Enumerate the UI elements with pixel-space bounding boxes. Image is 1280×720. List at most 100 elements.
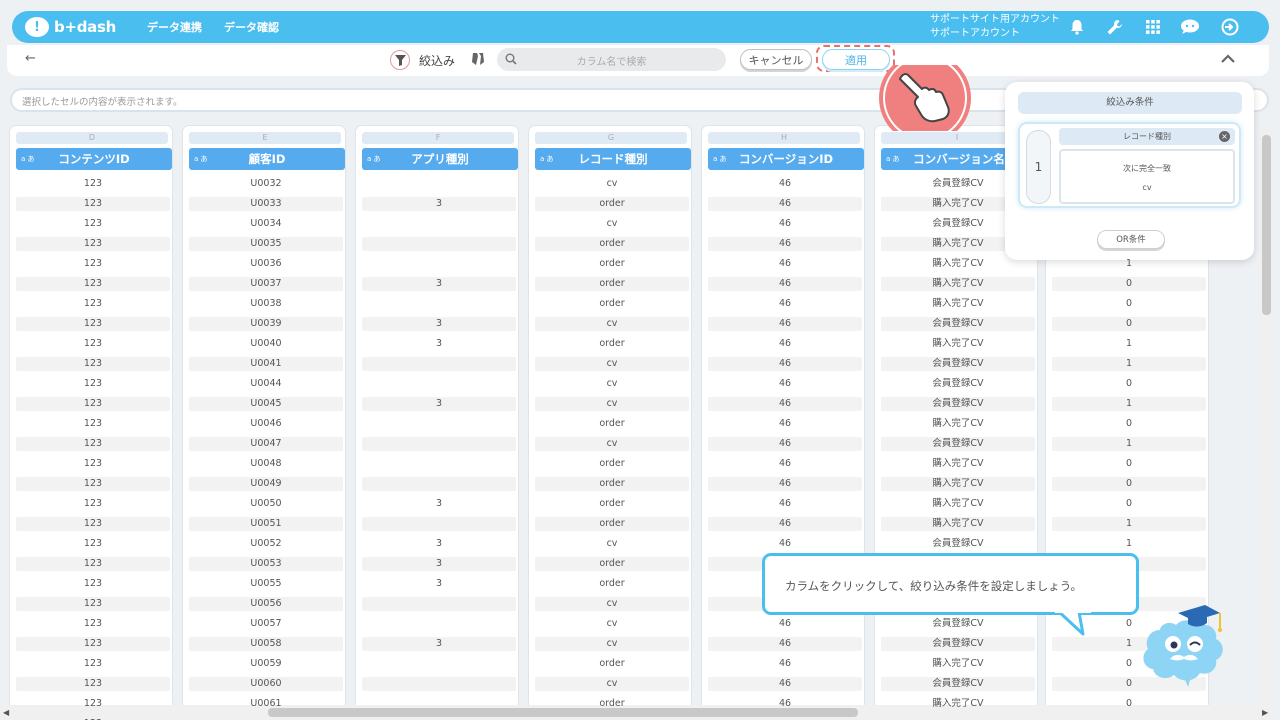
cancel-button[interactable]: キャンセル [740,49,812,70]
table-cell[interactable]: 46 [708,674,862,694]
table-cell[interactable]: 1 [1052,354,1206,374]
table-cell[interactable]: order [535,574,689,594]
table-cell[interactable]: 0 [1052,454,1206,474]
nav-data-link[interactable]: データ連携 [147,19,202,35]
grid-icon[interactable] [1143,17,1163,37]
vertical-scroll-thumb[interactable] [1262,135,1271,315]
logo[interactable]: ! b+dash [25,17,125,37]
vertical-scrollbar[interactable] [1260,125,1273,710]
column-header[interactable]: a あ 顧客ID [189,148,345,170]
table-cell[interactable]: 123 [16,594,170,614]
table-cell[interactable]: 123 [16,254,170,274]
column-header[interactable]: a あ コンバージョンID [708,148,864,170]
table-cell[interactable]: 123 [16,294,170,314]
table-cell[interactable]: U0033 [189,194,343,214]
table-cell[interactable] [362,354,516,374]
table-cell[interactable]: 123 [16,274,170,294]
table-cell[interactable]: 123 [16,434,170,454]
table-cell[interactable]: cv [535,434,689,454]
table-cell[interactable]: 46 [708,374,862,394]
table-cell[interactable]: U0036 [189,254,343,274]
table-cell[interactable]: U0058 [189,634,343,654]
table-cell[interactable]: cv [535,174,689,194]
table-cell[interactable]: 123 [16,634,170,654]
table-cell[interactable]: 46 [708,214,862,234]
table-cell[interactable] [362,174,516,194]
filter-funnel-icon[interactable] [390,50,410,70]
table-cell[interactable]: U0032 [189,174,343,194]
table-cell[interactable] [362,294,516,314]
table-cell[interactable]: 3 [362,574,516,594]
table-cell[interactable]: 購入完了CV [881,654,1035,674]
remove-condition-icon[interactable]: × [1219,131,1230,142]
filter-condition-card[interactable]: 1 レコード種別 × 次に完全一致 cv [1018,122,1241,208]
table-cell[interactable] [362,614,516,634]
wrench-icon[interactable] [1104,17,1124,37]
table-cell[interactable] [362,674,516,694]
column-4[interactable]: Ha あコンバージョンID 46 46 46 46 46 46 46 46 46 46 46 46 46 4… [701,125,865,720]
table-cell[interactable]: 123 [16,674,170,694]
back-arrow-icon[interactable]: ← [25,51,36,66]
table-cell[interactable]: 123 [16,234,170,254]
table-cell[interactable]: cv [535,314,689,334]
table-cell[interactable]: U0044 [189,374,343,394]
column-header[interactable]: a あ コンテンツID [16,148,172,170]
logout-icon[interactable] [1220,17,1240,37]
table-cell[interactable]: 会員登録CV [881,614,1035,634]
table-cell[interactable]: 46 [708,534,862,554]
table-cell[interactable]: 購入完了CV [881,294,1035,314]
table-cell[interactable]: 123 [16,214,170,234]
table-cell[interactable]: 46 [708,474,862,494]
table-cell[interactable]: U0053 [189,554,343,574]
table-cell[interactable]: cv [535,374,689,394]
table-cell[interactable]: 46 [708,614,862,634]
table-cell[interactable]: 3 [362,554,516,574]
table-cell[interactable]: 購入完了CV [881,474,1035,494]
table-cell[interactable]: U0045 [189,394,343,414]
column-header[interactable]: a あ レコード種別 [535,148,691,170]
table-cell[interactable]: 0 [1052,414,1206,434]
horizontal-scrollbar[interactable]: ◀ ▶ [0,705,1273,720]
table-cell[interactable]: 会員登録CV [881,374,1035,394]
table-cell[interactable]: 購入完了CV [881,414,1035,434]
table-cell[interactable]: 123 [16,334,170,354]
table-cell[interactable]: order [535,414,689,434]
table-cell[interactable]: cv [535,674,689,694]
table-cell[interactable]: U0039 [189,314,343,334]
table-cell[interactable]: order [535,454,689,474]
table-cell[interactable]: 46 [708,514,862,534]
table-cell[interactable]: order [535,494,689,514]
table-cell[interactable]: 3 [362,494,516,514]
table-cell[interactable]: U0037 [189,274,343,294]
table-cell[interactable]: U0051 [189,514,343,534]
table-cell[interactable]: 1 [1052,394,1206,414]
table-cell[interactable]: 46 [708,234,862,254]
table-cell[interactable]: cv [535,634,689,654]
table-cell[interactable]: 123 [16,454,170,474]
column-3[interactable]: Ga あレコード種別 cv order cv order order order order c… [528,125,692,720]
table-cell[interactable]: 0 [1052,374,1206,394]
table-cell[interactable]: 3 [362,394,516,414]
table-cell[interactable]: 46 [708,494,862,514]
table-cell[interactable] [362,514,516,534]
table-cell[interactable]: 46 [708,634,862,654]
table-cell[interactable]: 会員登録CV [881,634,1035,654]
table-cell[interactable]: 1 [1052,434,1206,454]
table-cell[interactable]: 購入完了CV [881,494,1035,514]
table-cell[interactable]: U0047 [189,434,343,454]
condition-body[interactable]: 次に完全一致 cv [1059,149,1235,204]
chat-icon[interactable] [1180,17,1200,37]
table-cell[interactable]: 0 [1052,274,1206,294]
table-cell[interactable]: 0 [1052,474,1206,494]
table-cell[interactable]: 46 [708,294,862,314]
or-condition-button[interactable]: OR条件 [1097,230,1165,249]
table-cell[interactable]: 123 [16,194,170,214]
table-cell[interactable]: 会員登録CV [881,354,1035,374]
table-cell[interactable]: 3 [362,314,516,334]
column-2[interactable]: Fa あ アプリ種別 3 3 3 3 3 3 3 3 3 3 [355,125,519,720]
eraser-icon[interactable] [470,51,486,67]
table-cell[interactable]: 3 [362,534,516,554]
table-cell[interactable] [362,414,516,434]
table-cell[interactable]: 会員登録CV [881,394,1035,414]
table-cell[interactable]: U0056 [189,594,343,614]
